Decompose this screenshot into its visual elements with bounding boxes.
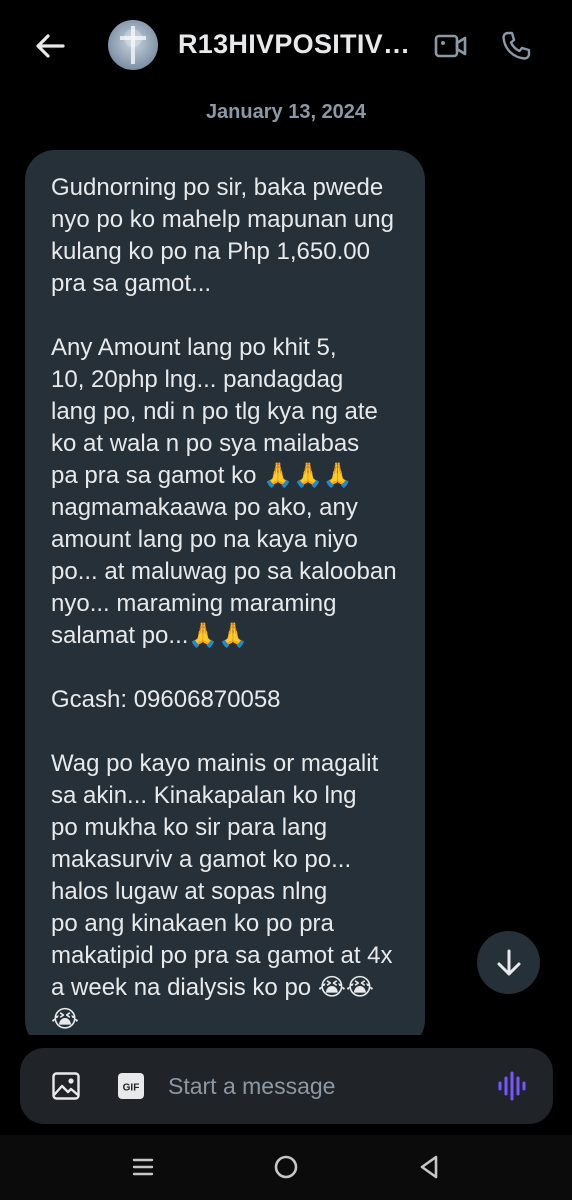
message-text-paragraph: Any Amount lang po khit 5, 10, 20php lng…: [51, 334, 397, 649]
image-icon: [52, 1072, 80, 1100]
video-camera-icon: [434, 34, 467, 58]
dm-screen: R13HIVPOSITIVE... January 13, 2024 Gudno…: [0, 0, 572, 1200]
message-text-paragraph: Gudnorning po sir, baka pwede nyo po ko …: [51, 174, 394, 297]
gif-icon: GIF: [118, 1073, 144, 1099]
message-bubble[interactable]: Gudnorning po sir, baka pwede nyo po ko …: [25, 150, 425, 1050]
gif-label: GIF: [123, 1083, 140, 1094]
date-separator: January 13, 2024: [205, 101, 367, 123]
message-text-paragraph: Wag po kayo mainis or magalit sa akin...…: [51, 750, 393, 1033]
avatar-image-icon: [120, 26, 146, 64]
video-call-button[interactable]: [431, 26, 471, 66]
home-button[interactable]: [271, 1152, 301, 1182]
scroll-to-bottom-button[interactable]: [477, 931, 540, 994]
voice-call-button[interactable]: [496, 26, 536, 66]
avatar[interactable]: [108, 20, 158, 70]
contact-name[interactable]: R13HIVPOSITIVE...: [178, 29, 423, 60]
recent-apps-button[interactable]: [128, 1152, 158, 1182]
arrow-down-icon: [497, 949, 520, 975]
voice-message-button[interactable]: [493, 1066, 531, 1106]
home-circle-icon: [274, 1155, 298, 1179]
message-text-paragraph: Gcash: 09606870058: [51, 686, 281, 713]
recent-apps-icon: [132, 1158, 154, 1176]
arrow-left-icon: [36, 34, 65, 58]
voice-waveform-icon: [498, 1071, 526, 1101]
system-back-button[interactable]: [414, 1152, 444, 1182]
phone-icon: [502, 31, 531, 60]
add-photo-button[interactable]: [48, 1068, 84, 1104]
back-triangle-icon: [420, 1155, 438, 1179]
message-input[interactable]: [168, 1066, 468, 1106]
back-button[interactable]: [30, 26, 70, 66]
add-gif-button[interactable]: GIF: [113, 1068, 149, 1104]
